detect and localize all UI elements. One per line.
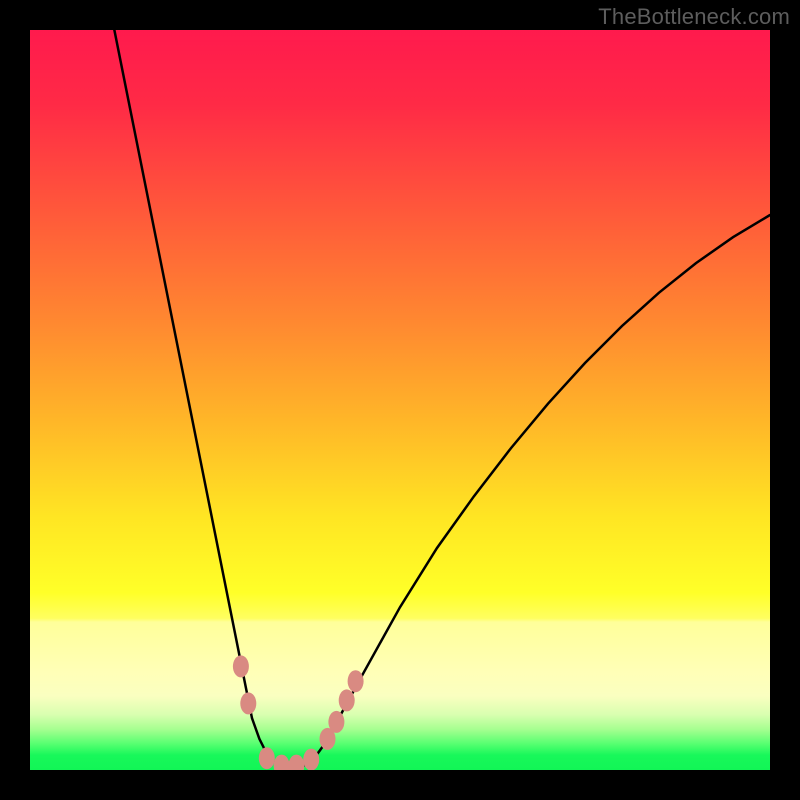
curve-marker [348,670,364,692]
curve-marker [240,692,256,714]
bottleneck-curve [111,30,770,767]
curve-layer [30,30,770,770]
watermark-label: TheBottleneck.com [598,4,790,30]
curve-marker [259,747,275,769]
curve-marker [303,749,319,770]
curve-marker [339,689,355,711]
curve-marker [328,711,344,733]
chart-frame: TheBottleneck.com [0,0,800,800]
curve-marker [288,755,304,770]
curve-marker [233,655,249,677]
plot-area [30,30,770,770]
curve-marker [274,755,290,770]
curve-markers [233,655,364,770]
